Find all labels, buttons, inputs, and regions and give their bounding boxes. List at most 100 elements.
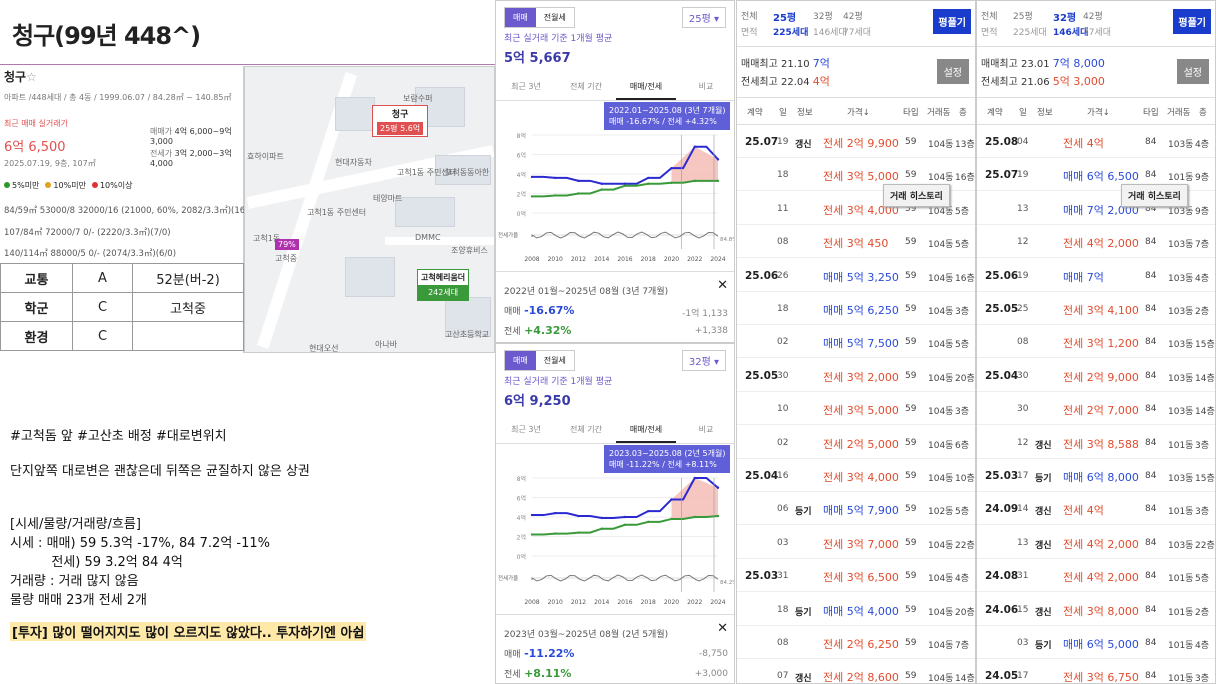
settings-button[interactable]: 설정 bbox=[936, 59, 969, 84]
area-filter-2[interactable]: 32평 bbox=[1053, 9, 1076, 24]
area-units-2: 146세대 bbox=[813, 28, 847, 38]
column-header[interactable]: 타입 bbox=[1143, 106, 1159, 118]
expand-area-button[interactable]: 평플기 bbox=[1173, 9, 1211, 34]
table-row[interactable]: 25.06 26 매매 5억 3,250 59 104동 16층 bbox=[737, 259, 975, 292]
toggle-sale[interactable]: 매매 bbox=[505, 8, 536, 27]
trade-type: 59 bbox=[905, 304, 917, 314]
trade-floor: 5층 bbox=[955, 206, 970, 217]
close-icon[interactable]: ✕ bbox=[717, 278, 728, 293]
column-header[interactable]: 거래동 bbox=[927, 106, 950, 118]
table-row[interactable]: 30 전세 2억 7,000 84 103동 14층 bbox=[977, 392, 1215, 426]
column-header[interactable]: 층 bbox=[959, 106, 967, 118]
column-header[interactable]: 거래동 bbox=[1167, 106, 1190, 118]
table-row[interactable]: 02 전세 2억 5,000 59 104동 6층 bbox=[737, 426, 975, 459]
area-filter-0[interactable]: 전체 bbox=[981, 9, 998, 22]
close-icon[interactable]: ✕ bbox=[717, 621, 728, 636]
table-row[interactable]: 03 등기 매매 6억 5,000 84 101동 4층 bbox=[977, 626, 1215, 659]
table-row[interactable]: 02 매매 5억 7,500 59 104동 5층 bbox=[737, 325, 975, 359]
table-row[interactable]: 08 전세 2억 6,250 59 104동 7층 bbox=[737, 626, 975, 659]
tab-recent-3y[interactable]: 최근 3년 bbox=[496, 418, 556, 443]
column-header[interactable]: 계약 bbox=[987, 106, 1003, 118]
area-filter-0[interactable]: 전체 bbox=[741, 9, 758, 22]
table-row[interactable]: 10 전세 3억 5,000 59 104동 3층 bbox=[737, 392, 975, 426]
trade-building: 104동 bbox=[928, 273, 954, 284]
table-row[interactable]: 25.03 17 등기 매매 6억 8,000 84 103동 15층 bbox=[977, 459, 1215, 492]
table-row[interactable]: 18 매매 5억 6,250 59 104동 3층 bbox=[737, 292, 975, 325]
tab-sale-rent[interactable]: 매매/전세 bbox=[616, 75, 676, 100]
table-row[interactable]: 12 전세 4억 2,000 84 103동 7층 bbox=[977, 225, 1215, 259]
table-row[interactable]: 25.04 16 전세 3억 4,000 59 104동 10층 bbox=[737, 459, 975, 492]
tab-compare[interactable]: 비교 bbox=[676, 75, 734, 100]
contract-month: 25.08 bbox=[985, 136, 1019, 148]
toggle-rent[interactable]: 전월세 bbox=[536, 351, 574, 370]
tab-recent-3y[interactable]: 최근 3년 bbox=[496, 75, 556, 100]
table-row[interactable]: 25.04 30 전세 2억 9,000 84 103동 14층 bbox=[977, 359, 1215, 392]
school-badge[interactable]: 79% bbox=[275, 239, 299, 250]
table-row[interactable]: 24.09 14 갱신 전세 4억 84 101동 3층 bbox=[977, 492, 1215, 526]
contract-month: 25.05 bbox=[985, 303, 1019, 315]
chart-tooltip: 2022.01~2025.08 (3년 7개월) 매매 -16.67% / 전세 … bbox=[604, 102, 731, 131]
table-row[interactable]: 24.05 17 전세 3억 6,750 84 101동 3층 bbox=[977, 659, 1215, 683]
transaction-table-25: 전체 면적 25평 225세대 32평 146세대 42평 77세대 평플기 매매최고 21.10… bbox=[736, 0, 976, 684]
table-row[interactable]: 06 등기 매매 5억 7,900 59 102동 5층 bbox=[737, 492, 975, 526]
contract-day: 18 bbox=[777, 604, 789, 615]
table-row[interactable]: 25.05 30 전세 3억 2,000 59 104동 20층 bbox=[737, 359, 975, 392]
tab-compare[interactable]: 비교 bbox=[676, 418, 734, 443]
expand-area-button[interactable]: 평플기 bbox=[933, 9, 971, 34]
data-point bbox=[530, 533, 534, 536]
column-header[interactable]: 가격↓ bbox=[847, 106, 870, 118]
column-header[interactable]: 계약 bbox=[747, 106, 763, 118]
area-select[interactable]: 32평 ▾ bbox=[681, 350, 726, 371]
toggle-rent[interactable]: 전월세 bbox=[536, 8, 574, 27]
tab-all-period[interactable]: 전체 기간 bbox=[556, 418, 616, 443]
table-row[interactable]: 25.06 19 매매 7억 84 103동 4층 bbox=[977, 259, 1215, 292]
area-filter-3[interactable]: 42평 bbox=[843, 9, 863, 22]
table-row[interactable]: 25.05 25 전세 3억 4,100 84 103동 2층 bbox=[977, 292, 1215, 325]
trade-history-popup[interactable]: 거래 히스토리 bbox=[1121, 183, 1188, 207]
trade-building: 103동 bbox=[1168, 373, 1194, 384]
table-row[interactable]: 08 전세 3억 450 59 104동 5층 bbox=[737, 225, 975, 259]
area-filter-3[interactable]: 42평 bbox=[1083, 9, 1103, 22]
column-header[interactable]: 타입 bbox=[903, 106, 919, 118]
trade-type-toggle: 매매 전월세 bbox=[504, 7, 575, 28]
column-header[interactable]: 일 bbox=[779, 106, 787, 118]
area-select[interactable]: 25평 ▾ bbox=[681, 7, 726, 28]
area-filter-1[interactable]: 25평 bbox=[773, 9, 796, 24]
table-row[interactable]: 13 갱신 전세 4억 2,000 84 103동 22층 bbox=[977, 526, 1215, 559]
table-row[interactable]: 03 전세 3억 7,000 59 104동 22층 bbox=[737, 526, 975, 559]
contract-day: 15 bbox=[1017, 604, 1029, 615]
table-row[interactable]: 08 전세 3억 1,200 84 103동 15층 bbox=[977, 325, 1215, 359]
column-header[interactable]: 일 bbox=[1019, 106, 1027, 118]
table-row[interactable]: 12 갱신 전세 3억 8,588 84 101동 3층 bbox=[977, 426, 1215, 459]
table-row[interactable]: 18 등기 매매 5억 4,000 59 104동 20층 bbox=[737, 593, 975, 626]
price-trend-chart[interactable]: 8억 6억 4억 2억 0억 2008 2010 2012 2014 2016 2018 2020 20… bbox=[496, 127, 735, 267]
tab-all-period[interactable]: 전체 기간 bbox=[556, 75, 616, 100]
favorite-star-icon[interactable]: ☆ bbox=[26, 70, 37, 84]
toggle-sale[interactable]: 매매 bbox=[505, 351, 536, 370]
complex-pin[interactable]: 청구 25평 5.6억 bbox=[372, 105, 429, 137]
table-row[interactable]: 25.03 31 전세 3억 6,500 59 104동 4층 bbox=[737, 559, 975, 593]
map-label: 보람수퍼 bbox=[403, 94, 433, 103]
area-filter-2[interactable]: 32평 bbox=[813, 9, 833, 22]
recent-price-label: 최근 매매 실거래가 bbox=[4, 119, 68, 128]
column-header[interactable]: 층 bbox=[1199, 106, 1207, 118]
column-header[interactable]: 정보 bbox=[797, 106, 813, 118]
table-row[interactable]: 24.06 15 갱신 전세 3억 8,000 84 101동 2층 bbox=[977, 593, 1215, 626]
tab-sale-rent[interactable]: 매매/전세 bbox=[616, 418, 676, 443]
settings-button[interactable]: 설정 bbox=[1176, 59, 1209, 84]
table-row[interactable]: 24.08 31 전세 4억 2,000 84 101동 5층 bbox=[977, 559, 1215, 593]
location-map[interactable]: 보람수퍼 효하이파트 현대자동차 고척1동 주민센터 고척동동아한 테양마트 고… bbox=[244, 66, 495, 353]
column-header[interactable]: 가격↓ bbox=[1087, 106, 1110, 118]
contract-day: 08 bbox=[777, 237, 789, 248]
trade-price: 전세 3억 4,100 bbox=[1063, 304, 1139, 317]
price-trend-chart[interactable]: 8억 6억 4억 2억 0억 2008 2010 2012 2014 2016 2018 2020 20… bbox=[496, 470, 735, 610]
table-row[interactable]: 25.07 19 갱신 전세 2억 9,900 59 104동 13층 bbox=[737, 125, 975, 158]
nearby-complex-pin[interactable]: 고척헤리움더 242세대 bbox=[417, 269, 470, 301]
area-filter-1[interactable]: 25평 bbox=[1013, 9, 1033, 22]
trade-history-popup[interactable]: 거래 히스토리 bbox=[883, 183, 950, 207]
trade-type: 59 bbox=[905, 437, 917, 448]
table-row[interactable]: 25.08 04 전세 4억 84 103동 4층 bbox=[977, 125, 1215, 158]
table-row[interactable]: 07 갱신 전세 2억 8,600 59 104동 14층 bbox=[737, 659, 975, 683]
column-header[interactable]: 정보 bbox=[1037, 106, 1053, 118]
area-units-1: 225세대 bbox=[1013, 28, 1047, 38]
